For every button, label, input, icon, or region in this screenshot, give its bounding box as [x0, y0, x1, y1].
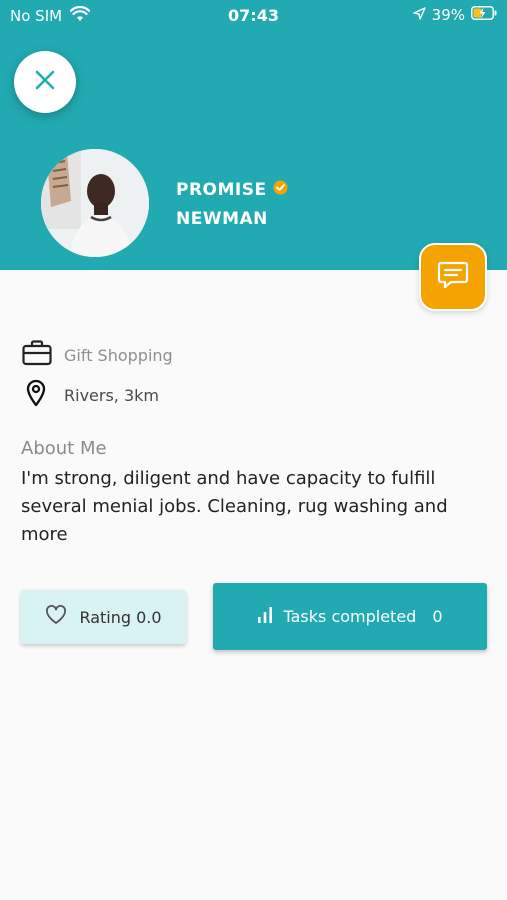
category-label: Gift Shopping [64, 345, 173, 365]
rating-button[interactable]: Rating 0.0 [21, 590, 186, 644]
briefcase-icon [22, 340, 52, 370]
battery-charging-icon [471, 6, 497, 24]
map-pin-icon [22, 379, 52, 411]
rating-label: Rating 0.0 [79, 607, 162, 627]
profile-screen: No SIM 07:43 39% PROMISE NEWMAN Gift Sho… [0, 0, 507, 900]
profile-header: No SIM 07:43 39% PROMISE NEWMAN [0, 0, 507, 270]
verified-badge-icon [273, 176, 288, 205]
location-label: Rivers, 3km [64, 385, 159, 405]
tasks-label: Tasks completed [283, 607, 417, 626]
close-icon [35, 70, 55, 94]
close-button[interactable] [14, 51, 76, 113]
location-arrow-icon [412, 6, 426, 24]
tasks-count: 0 [432, 607, 443, 626]
first-name: PROMISE [176, 180, 267, 200]
heart-icon [45, 605, 67, 629]
about-title: About Me [21, 438, 107, 459]
location-row: Rivers, 3km [22, 379, 159, 411]
last-name: NEWMAN [176, 209, 268, 229]
avatar-photo [41, 149, 149, 257]
battery-percent: 39% [431, 6, 465, 24]
profile-name: PROMISE NEWMAN [176, 176, 288, 234]
first-name-line: PROMISE [176, 176, 288, 205]
about-text: I'm strong, diligent and have capacity t… [21, 468, 448, 545]
bar-chart-icon [257, 606, 273, 628]
status-bar: No SIM 07:43 39% [0, 0, 507, 32]
category-row: Gift Shopping [22, 340, 173, 370]
chat-button[interactable] [419, 243, 487, 311]
tasks-completed-button[interactable]: Tasks completed 0 [213, 583, 487, 650]
status-right: 39% [412, 6, 497, 24]
chat-icon [437, 260, 469, 294]
avatar [41, 149, 149, 257]
